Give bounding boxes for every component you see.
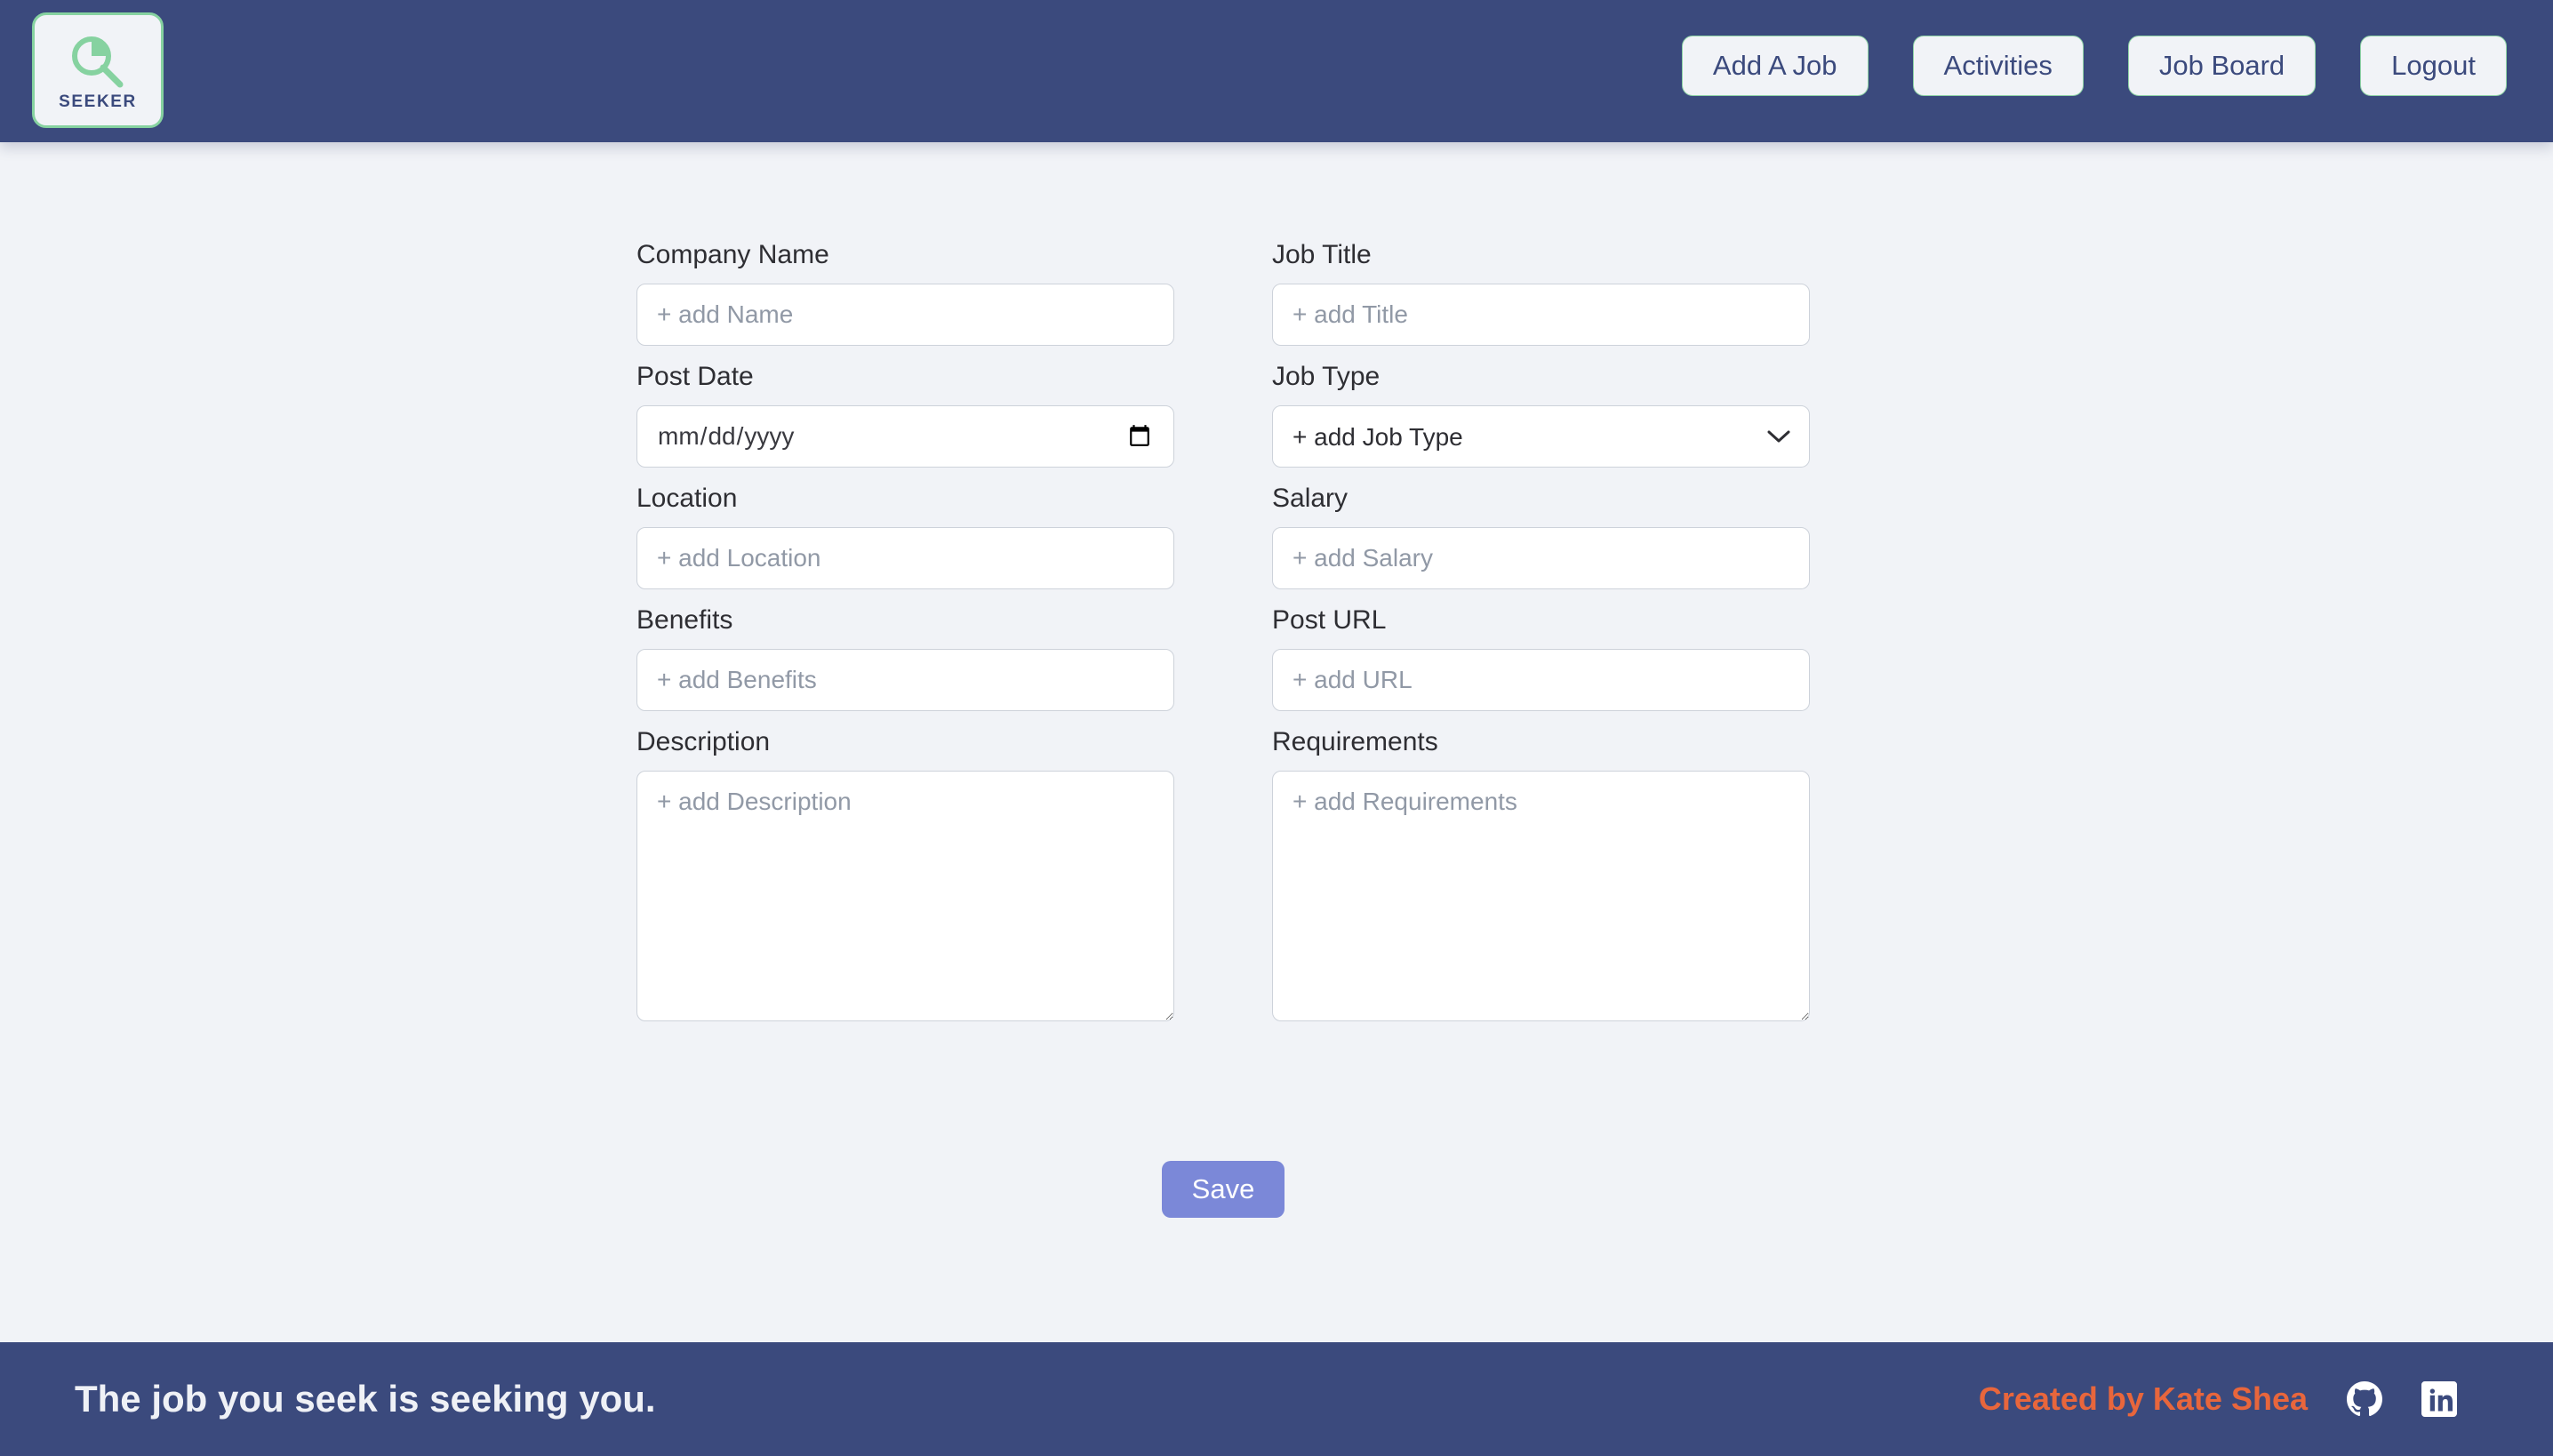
footer-credit-group: Created by Kate Shea: [1979, 1380, 2457, 1418]
field-post-url: Post URL: [1272, 607, 1810, 711]
field-job-title: Job Title: [1272, 242, 1810, 346]
field-post-date: Post Date: [636, 364, 1174, 468]
footer-tagline: The job you seek is seeking you.: [75, 1378, 656, 1420]
label-post-url: Post URL: [1272, 605, 1387, 635]
label-company-name: Company Name: [636, 240, 829, 269]
field-job-type: Job Type + add Job Type: [1272, 364, 1810, 468]
nav-button-job-board[interactable]: Job Board: [2127, 36, 2317, 96]
field-location: Location: [636, 485, 1174, 589]
requirements-textarea[interactable]: [1272, 771, 1810, 1021]
post-date-input[interactable]: [636, 405, 1174, 468]
main-nav: Add A Job Activities Job Board Logout: [1681, 36, 2507, 96]
logo-wordmark: SEEKER: [59, 92, 137, 111]
app-header: SEEKER Add A Job Activities Job Board Lo…: [0, 0, 2553, 142]
nav-button-add-a-job[interactable]: Add A Job: [1681, 36, 1869, 96]
save-row: Save: [636, 1161, 1810, 1218]
field-benefits: Benefits: [636, 607, 1174, 711]
app-logo[interactable]: SEEKER: [32, 12, 164, 128]
label-description: Description: [636, 727, 771, 756]
nav-button-logout[interactable]: Logout: [2360, 36, 2507, 96]
add-job-form: Company Name Job Title Post Date Job Typ…: [636, 242, 1810, 1039]
magnifier-icon: [72, 36, 124, 87]
company-name-input[interactable]: [636, 284, 1174, 346]
field-company-name: Company Name: [636, 242, 1174, 346]
post-url-input[interactable]: [1272, 649, 1810, 711]
label-salary: Salary: [1272, 484, 1349, 513]
field-requirements: Requirements: [1272, 729, 1810, 1021]
linkedin-icon[interactable]: [2421, 1381, 2457, 1417]
salary-input[interactable]: [1272, 527, 1810, 589]
main-content: Company Name Job Title Post Date Job Typ…: [0, 142, 2553, 1342]
job-type-select[interactable]: + add Job Type: [1272, 405, 1810, 468]
save-button[interactable]: Save: [1161, 1161, 1285, 1218]
label-location: Location: [636, 484, 738, 513]
nav-button-activities[interactable]: Activities: [1912, 36, 2084, 96]
github-icon[interactable]: [2347, 1381, 2382, 1417]
label-job-title: Job Title: [1272, 240, 1372, 269]
description-textarea[interactable]: [636, 771, 1174, 1021]
label-benefits: Benefits: [636, 605, 733, 635]
location-input[interactable]: [636, 527, 1174, 589]
label-requirements: Requirements: [1272, 727, 1438, 756]
job-type-select-wrapper: + add Job Type: [1272, 405, 1810, 468]
field-salary: Salary: [1272, 485, 1810, 589]
label-job-type: Job Type: [1272, 362, 1381, 391]
field-description: Description: [636, 729, 1174, 1021]
benefits-input[interactable]: [636, 649, 1174, 711]
footer-credit: Created by Kate Shea: [1978, 1380, 2308, 1417]
job-title-input[interactable]: [1272, 284, 1810, 346]
label-post-date: Post Date: [636, 362, 754, 391]
app-footer: The job you seek is seeking you. Created…: [0, 1342, 2553, 1456]
